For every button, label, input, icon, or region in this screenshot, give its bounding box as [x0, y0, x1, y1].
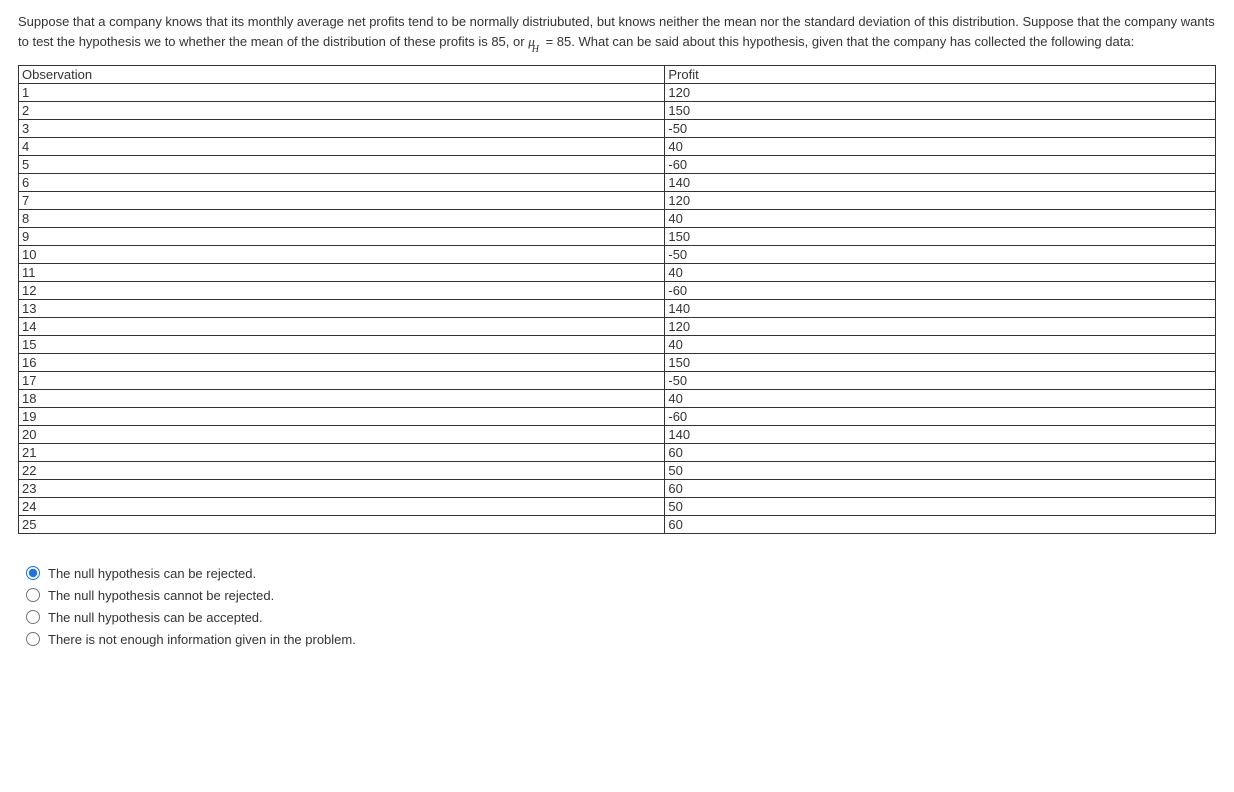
cell-profit: 60	[665, 480, 1216, 498]
question-page: Suppose that a company knows that its mo…	[0, 0, 1234, 678]
table-row: 16150	[19, 354, 1216, 372]
cell-profit: -60	[665, 282, 1216, 300]
cell-profit: 140	[665, 174, 1216, 192]
cell-profit: -50	[665, 246, 1216, 264]
option-radio[interactable]	[26, 632, 40, 646]
table-row: 1120	[19, 84, 1216, 102]
cell-profit: 60	[665, 516, 1216, 534]
cell-profit: 40	[665, 390, 1216, 408]
table-row: 2150	[19, 102, 1216, 120]
option-label: The null hypothesis can be accepted.	[48, 610, 263, 625]
table-row: 19-60	[19, 408, 1216, 426]
table-row: 17-50	[19, 372, 1216, 390]
cell-observation: 10	[19, 246, 665, 264]
cell-observation: 14	[19, 318, 665, 336]
cell-profit: 40	[665, 210, 1216, 228]
table-row: 2560	[19, 516, 1216, 534]
cell-profit: 50	[665, 498, 1216, 516]
cell-profit: 140	[665, 300, 1216, 318]
cell-observation: 23	[19, 480, 665, 498]
table-head-row: Observation Profit	[19, 66, 1216, 84]
cell-profit: 40	[665, 138, 1216, 156]
cell-profit: 50	[665, 462, 1216, 480]
table-row: 20140	[19, 426, 1216, 444]
cell-observation: 22	[19, 462, 665, 480]
cell-profit: 150	[665, 354, 1216, 372]
table-row: 2160	[19, 444, 1216, 462]
cell-profit: 150	[665, 102, 1216, 120]
option-label: There is not enough information given in…	[48, 632, 356, 647]
table-row: 1140	[19, 264, 1216, 282]
table-row: 1840	[19, 390, 1216, 408]
cell-observation: 4	[19, 138, 665, 156]
cell-observation: 6	[19, 174, 665, 192]
option-row[interactable]: The null hypothesis cannot be rejected.	[26, 584, 1216, 606]
cell-profit: 140	[665, 426, 1216, 444]
cell-observation: 25	[19, 516, 665, 534]
option-label: The null hypothesis can be rejected.	[48, 566, 256, 581]
table-row: 14120	[19, 318, 1216, 336]
cell-profit: 120	[665, 84, 1216, 102]
table-row: 1540	[19, 336, 1216, 354]
question-text: Suppose that a company knows that its mo…	[18, 12, 1216, 55]
option-radio[interactable]	[26, 588, 40, 602]
option-label: The null hypothesis cannot be rejected.	[48, 588, 274, 603]
cell-observation: 16	[19, 354, 665, 372]
col-observation: Observation	[19, 66, 665, 84]
table-row: 5-60	[19, 156, 1216, 174]
cell-profit: 40	[665, 336, 1216, 354]
cell-observation: 13	[19, 300, 665, 318]
cell-observation: 2	[19, 102, 665, 120]
table-row: 440	[19, 138, 1216, 156]
col-profit: Profit	[665, 66, 1216, 84]
cell-observation: 21	[19, 444, 665, 462]
cell-observation: 24	[19, 498, 665, 516]
cell-profit: 40	[665, 264, 1216, 282]
table-row: 2250	[19, 462, 1216, 480]
cell-profit: -50	[665, 372, 1216, 390]
answer-options: The null hypothesis can be rejected. The …	[26, 562, 1216, 650]
question-segment-2: = 85	[542, 34, 571, 49]
option-row[interactable]: The null hypothesis can be rejected.	[26, 562, 1216, 584]
table-row: 13140	[19, 300, 1216, 318]
table-row: 12-60	[19, 282, 1216, 300]
cell-observation: 15	[19, 336, 665, 354]
table-row: 6140	[19, 174, 1216, 192]
option-row[interactable]: There is not enough information given in…	[26, 628, 1216, 650]
cell-observation: 11	[19, 264, 665, 282]
cell-profit: 150	[665, 228, 1216, 246]
table-row: 10-50	[19, 246, 1216, 264]
cell-profit: -50	[665, 120, 1216, 138]
table-row: 2450	[19, 498, 1216, 516]
mu-subscript: H	[532, 44, 539, 55]
cell-observation: 8	[19, 210, 665, 228]
option-radio[interactable]	[26, 566, 40, 580]
cell-observation: 20	[19, 426, 665, 444]
cell-observation: 19	[19, 408, 665, 426]
table-row: 2360	[19, 480, 1216, 498]
cell-observation: 9	[19, 228, 665, 246]
cell-profit: 60	[665, 444, 1216, 462]
cell-observation: 18	[19, 390, 665, 408]
cell-observation: 3	[19, 120, 665, 138]
table-row: 9150	[19, 228, 1216, 246]
data-table: Observation Profit 112021503-504405-6061…	[18, 65, 1216, 534]
cell-observation: 7	[19, 192, 665, 210]
cell-profit: -60	[665, 408, 1216, 426]
table-row: 7120	[19, 192, 1216, 210]
table-row: 840	[19, 210, 1216, 228]
cell-observation: 17	[19, 372, 665, 390]
cell-observation: 1	[19, 84, 665, 102]
option-row[interactable]: The null hypothesis can be accepted.	[26, 606, 1216, 628]
cell-profit: 120	[665, 318, 1216, 336]
cell-observation: 12	[19, 282, 665, 300]
question-segment-3: . What can be said about this hypothesis…	[571, 34, 1134, 49]
option-radio[interactable]	[26, 610, 40, 624]
cell-profit: -60	[665, 156, 1216, 174]
cell-profit: 120	[665, 192, 1216, 210]
table-row: 3-50	[19, 120, 1216, 138]
cell-observation: 5	[19, 156, 665, 174]
